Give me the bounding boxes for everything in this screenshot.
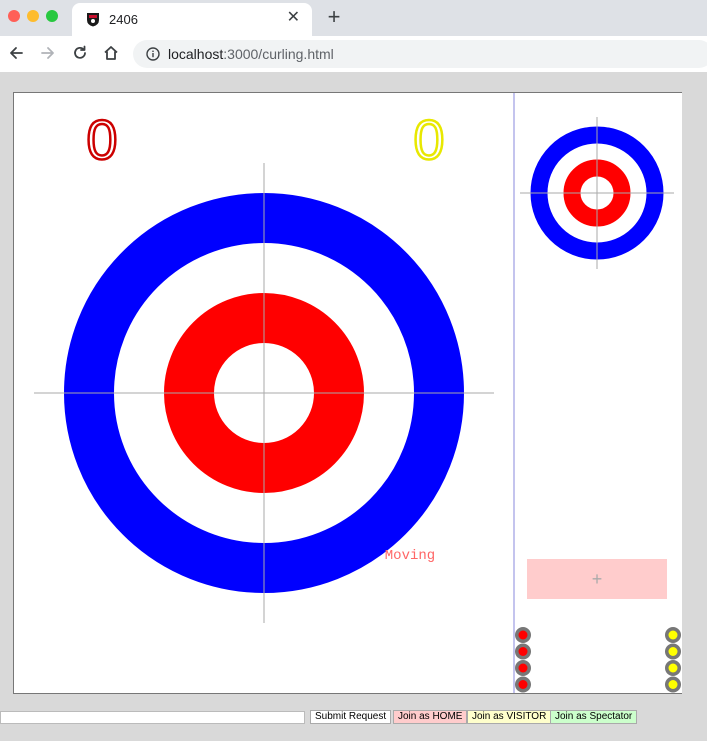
visitor-score: 0 — [413, 108, 444, 171]
visitor-stone-center — [668, 630, 678, 640]
home-stone-center — [518, 663, 528, 673]
site-info-icon[interactable] — [146, 47, 160, 61]
home-stone-center — [518, 680, 528, 689]
new-tab-icon[interactable]: + — [323, 6, 345, 28]
browser-toolbar: localhost:3000/curling.html — [0, 36, 707, 73]
close-window-button[interactable] — [8, 10, 20, 22]
back-arrow-icon[interactable] — [7, 44, 25, 62]
address-bar[interactable]: localhost:3000/curling.html — [133, 40, 707, 68]
bottom-controls: Submit Request Join as HOME Join as VISI… — [0, 710, 707, 726]
request-input[interactable] — [0, 711, 305, 724]
curling-canvas[interactable]: 0 0 Moving + — [13, 92, 682, 694]
page-content: 0 0 Moving + Submit Request Join as HOME… — [0, 72, 707, 741]
tab-strip: 2406 ✕ + — [0, 0, 707, 36]
home-stones-remaining — [515, 627, 531, 693]
url-path: :3000/curling.html — [223, 46, 334, 62]
tab-close-icon[interactable]: ✕ — [287, 10, 300, 26]
browser-chrome: 2406 ✕ + localhost:3000/curling.html — [0, 0, 707, 73]
url-text: localhost:3000/curling.html — [168, 46, 334, 62]
maximize-window-button[interactable] — [46, 10, 58, 22]
home-score: 0 — [86, 108, 117, 171]
home-stone-center — [518, 630, 528, 640]
url-host: localhost — [168, 46, 224, 62]
curling-scene[interactable]: 0 0 Moving + — [14, 93, 682, 693]
browser-tab[interactable]: 2406 ✕ — [72, 3, 312, 36]
visitor-stone-center — [668, 680, 678, 689]
launch-crosshair-icon: + — [592, 569, 603, 589]
reload-icon[interactable] — [71, 44, 89, 62]
submit-request-button[interactable]: Submit Request — [310, 710, 392, 724]
visitor-stone-center — [668, 647, 678, 656]
visitor-stone-center — [668, 663, 678, 673]
status-text: Moving — [385, 548, 435, 564]
visitor-stones-remaining — [665, 627, 681, 693]
forward-arrow-icon[interactable] — [39, 44, 57, 62]
join-home-button[interactable]: Join as HOME — [393, 710, 468, 724]
home-stone-center — [518, 647, 528, 656]
tab-title: 2406 — [109, 12, 138, 27]
join-visitor-button[interactable]: Join as VISITOR — [467, 710, 552, 724]
join-spectator-button[interactable]: Join as Spectator — [550, 710, 638, 724]
mini-house — [520, 117, 674, 269]
favicon-icon — [87, 13, 99, 27]
minimize-window-button[interactable] — [27, 10, 39, 22]
home-icon[interactable] — [102, 44, 120, 62]
